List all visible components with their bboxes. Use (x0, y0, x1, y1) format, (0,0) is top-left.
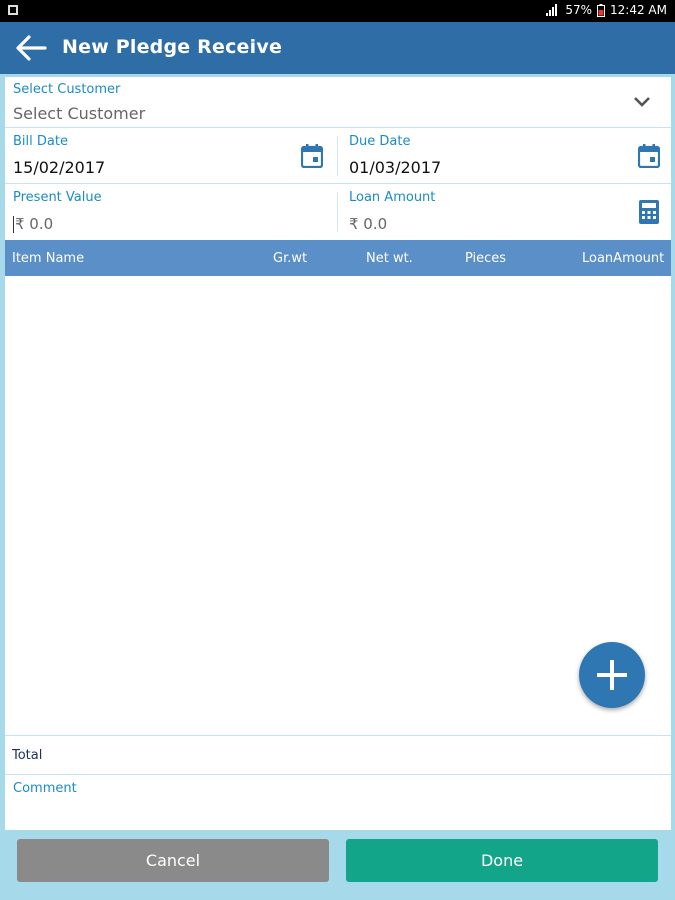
text-cursor (13, 216, 14, 233)
date-divider (337, 136, 338, 176)
comment-field[interactable]: Comment (5, 775, 671, 830)
status-time: 12:42 AM (610, 3, 667, 17)
due-date-value[interactable]: 01/03/2017 (349, 158, 441, 177)
amount-row: Present Value ₹ 0.0 Loan Amount ₹ 0.0 (5, 184, 671, 240)
bill-date-value[interactable]: 15/02/2017 (13, 158, 105, 177)
due-date-label: Due Date (349, 134, 411, 149)
calendar-icon[interactable] (638, 144, 660, 168)
loan-amount-input[interactable]: ₹ 0.0 (349, 215, 387, 233)
total-label: Total (12, 748, 43, 763)
chevron-down-icon[interactable] (633, 96, 651, 108)
battery-icon (597, 3, 606, 17)
app-bar: New Pledge Receive (0, 22, 675, 74)
present-value-label: Present Value (13, 190, 102, 205)
customer-selector[interactable]: Select Customer Select Customer (5, 77, 671, 128)
page-title: New Pledge Receive (62, 36, 283, 58)
customer-label: Select Customer (13, 82, 121, 97)
signal-icon (546, 4, 560, 16)
battery-percent: 57% (565, 3, 593, 17)
column-loan-amount: LoanAmount (582, 251, 665, 266)
calculator-icon[interactable] (639, 200, 659, 224)
total-row: Total (5, 735, 671, 775)
status-bar: 57% 12:42 AM (0, 0, 675, 22)
status-right: 57% 12:42 AM (546, 3, 667, 17)
column-gross-weight: Gr.wt (273, 251, 308, 266)
bill-date-label: Bill Date (13, 134, 68, 149)
items-table-body (5, 276, 671, 735)
loan-amount-label: Loan Amount (349, 190, 436, 205)
comment-label: Comment (13, 781, 77, 796)
amount-divider (337, 192, 338, 232)
customer-value: Select Customer (13, 104, 146, 123)
done-button[interactable]: Done (346, 839, 658, 882)
date-row: Bill Date 15/02/2017 Due Date 01/03/2017 (5, 128, 671, 184)
items-table-header: Item Name Gr.wt Net wt. Pieces LoanAmoun… (5, 240, 671, 276)
column-item-name: Item Name (12, 251, 85, 266)
column-pieces: Pieces (465, 251, 507, 266)
notification-icon (8, 5, 18, 15)
calendar-icon[interactable] (301, 144, 323, 168)
add-item-button[interactable] (579, 642, 645, 708)
column-net-weight: Net wt. (366, 251, 413, 266)
pledge-form: Select Customer Select Customer Bill Dat… (5, 77, 671, 830)
present-value-input[interactable]: ₹ 0.0 (15, 215, 53, 233)
back-arrow-icon[interactable] (14, 34, 48, 62)
cancel-button[interactable]: Cancel (17, 839, 329, 882)
